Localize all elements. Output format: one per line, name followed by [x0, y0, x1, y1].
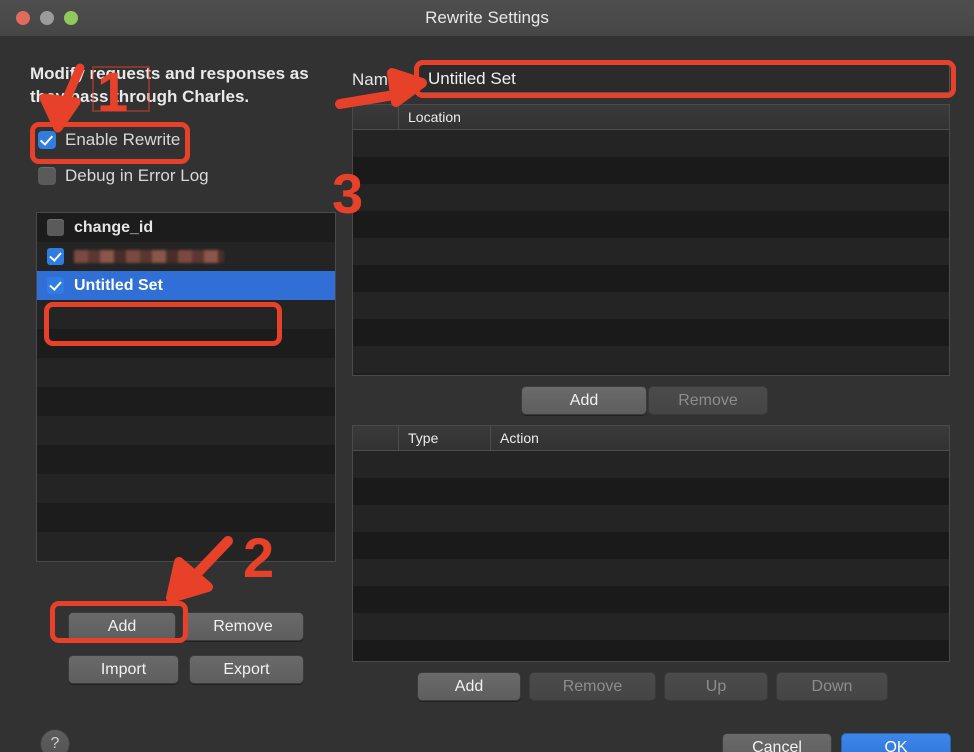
title-bar: Rewrite Settings [0, 0, 974, 37]
add-action-button[interactable]: Add [417, 672, 521, 701]
list-item[interactable]: change_id [37, 213, 335, 242]
table-row[interactable] [353, 238, 949, 265]
list-item[interactable] [37, 242, 335, 271]
locations-table[interactable]: Location [352, 104, 950, 376]
list-item[interactable] [37, 358, 335, 387]
list-item[interactable] [37, 329, 335, 358]
locations-table-body [353, 130, 949, 373]
remove-action-button: Remove [529, 672, 656, 701]
enable-rewrite-checkbox-row[interactable]: Enable Rewrite [38, 130, 180, 150]
actions-table-body [353, 451, 949, 661]
list-item[interactable] [37, 503, 335, 532]
list-item[interactable] [37, 300, 335, 329]
table-row[interactable] [353, 640, 949, 661]
actions-col-type[interactable]: Type [399, 426, 491, 451]
table-row[interactable] [353, 451, 949, 478]
rewrite-settings-window: Rewrite Settings Modify requests and res… [0, 0, 974, 752]
debug-error-log-label: Debug in Error Log [65, 166, 209, 185]
actions-table[interactable]: Type Action [352, 425, 950, 662]
set-enabled-checkbox[interactable] [47, 248, 64, 265]
remove-set-button[interactable]: Remove [182, 612, 304, 641]
list-item[interactable] [37, 474, 335, 503]
dialog-content: Modify requests and responses as they pa… [0, 36, 974, 752]
list-item[interactable] [37, 532, 335, 561]
actions-table-header: Type Action [353, 426, 949, 451]
set-name: change_id [74, 218, 154, 236]
locations-col-check[interactable] [353, 105, 399, 130]
table-row[interactable] [353, 346, 949, 373]
table-row[interactable] [353, 586, 949, 613]
locations-table-header: Location [353, 105, 949, 130]
description-text: Modify requests and responses as they pa… [30, 64, 309, 106]
locations-col-location[interactable]: Location [399, 105, 949, 130]
set-name: Untitled Set [74, 276, 163, 294]
table-row[interactable] [353, 613, 949, 640]
help-button[interactable]: ? [40, 729, 70, 752]
export-button[interactable]: Export [189, 655, 304, 684]
table-row[interactable] [353, 157, 949, 184]
enable-rewrite-checkbox[interactable] [38, 131, 56, 149]
move-action-down-button: Down [776, 672, 888, 701]
rewrite-set-list[interactable]: change_id Untitled Set [36, 212, 336, 562]
move-action-up-button: Up [664, 672, 768, 701]
actions-col-action[interactable]: Action [491, 426, 949, 451]
debug-error-log-checkbox[interactable] [38, 167, 56, 185]
name-input[interactable]: Untitled Set [418, 64, 950, 93]
import-button[interactable]: Import [68, 655, 179, 684]
name-label: Name: [352, 70, 403, 89]
set-enabled-checkbox[interactable] [47, 219, 64, 236]
list-item-selected[interactable]: Untitled Set [37, 271, 335, 300]
list-item[interactable] [37, 387, 335, 416]
list-item[interactable] [37, 416, 335, 445]
table-row[interactable] [353, 265, 949, 292]
set-name-redacted [74, 250, 224, 263]
table-row[interactable] [353, 505, 949, 532]
set-enabled-checkbox[interactable] [47, 277, 64, 294]
cancel-button[interactable]: Cancel [722, 733, 832, 752]
table-row[interactable] [353, 559, 949, 586]
table-row[interactable] [353, 292, 949, 319]
list-item[interactable] [37, 561, 335, 562]
table-row[interactable] [353, 478, 949, 505]
window-title: Rewrite Settings [425, 8, 549, 27]
ok-button[interactable]: OK [841, 733, 951, 752]
list-item[interactable] [37, 445, 335, 474]
table-row[interactable] [353, 211, 949, 238]
actions-col-check[interactable] [353, 426, 399, 451]
enable-rewrite-label: Enable Rewrite [65, 130, 181, 149]
add-location-button[interactable]: Add [521, 386, 647, 415]
add-set-button[interactable]: Add [68, 612, 176, 641]
remove-location-button: Remove [648, 386, 768, 415]
debug-error-log-checkbox-row[interactable]: Debug in Error Log [38, 166, 209, 186]
table-row[interactable] [353, 130, 949, 157]
table-row[interactable] [353, 184, 949, 211]
table-row[interactable] [353, 319, 949, 346]
table-row[interactable] [353, 532, 949, 559]
